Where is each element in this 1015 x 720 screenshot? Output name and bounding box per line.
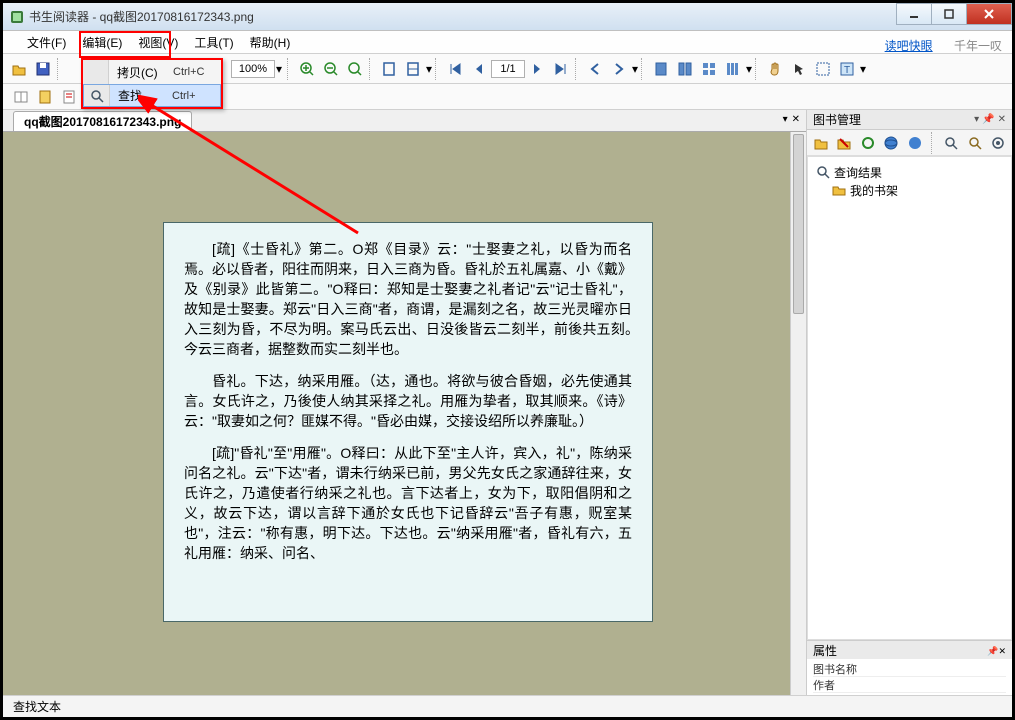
library-tree[interactable]: 查询结果 我的书架 [807,156,1012,640]
book-icon[interactable] [10,86,32,108]
document-page: [疏]《士昏礼》第二。O郑《目录》云："士娶妻之礼，以昏为而名焉。必以昏者，阳往… [163,222,653,622]
note-icon[interactable] [58,86,80,108]
lib-search2-icon[interactable] [966,132,984,154]
status-bar: 查找文本 [3,695,1012,717]
menu-copy[interactable]: 拷贝(C) Ctrl+C [83,60,221,84]
window-title: 书生阅读器 - qq截图20170816172343.png [29,8,254,25]
panel-close-icon[interactable]: ✕ [998,114,1006,125]
minimize-button[interactable] [896,3,932,25]
scrollbar-thumb[interactable] [793,134,804,314]
phrase-text: 千年一叹 [954,39,1002,53]
tree-item-results[interactable]: 查询结果 [816,163,1003,181]
panel-pin-icon[interactable]: 📌 [982,114,994,125]
tab-menu-icon[interactable]: ▾ [783,114,788,125]
doc-paragraph: 昏礼。下达，纳采用雁。（达，通也。将欲与彼合昏姻，必先使通其言。女氏许之，乃後使… [184,371,632,431]
layout1-icon[interactable] [650,58,672,80]
menu-file[interactable]: 文件(F) [19,31,74,54]
hand-icon[interactable] [764,58,786,80]
save-icon[interactable] [32,58,54,80]
fit-dropdown[interactable]: ▾ [425,62,433,76]
first-page-icon[interactable] [444,58,466,80]
lib-refresh-icon[interactable] [859,132,877,154]
zoom-dropdown[interactable]: ▾ [275,62,283,76]
lib-remove-icon[interactable] [836,132,854,154]
edit-dropdown: 拷贝(C) Ctrl+C 查找... Ctrl+ [81,58,223,109]
lib-link-icon[interactable] [906,132,924,154]
select-dropdown[interactable]: ▾ [859,62,867,76]
layout-dropdown[interactable]: ▾ [745,62,753,76]
tab-close-icon[interactable]: ✕ [792,114,800,125]
prev-page-icon[interactable] [468,58,490,80]
doc-paragraph: [疏]"昏礼"至"用雁"。O释曰：从此下至"主人许，宾入，礼"，陈纳采问名之礼。… [184,443,632,563]
quick-link[interactable]: 读吧快眼 [885,39,933,53]
text-select-icon[interactable]: T [836,58,858,80]
last-page-icon[interactable] [550,58,572,80]
folder-icon [832,183,846,197]
props-pin-icon[interactable]: 📌 [987,646,998,656]
lib-open-icon[interactable] [812,132,830,154]
properties-title: 属性 [813,642,837,659]
properties-panel: 属性 📌✕ 图书名称 作者 [807,640,1012,695]
zoom-value[interactable]: 100% [231,60,275,78]
annotation-highlight-edit [79,31,171,58]
fit-width-icon[interactable] [402,58,424,80]
status-text: 查找文本 [13,698,61,715]
nav-next-icon[interactable] [608,58,630,80]
panel-title: 图书管理 [813,111,861,128]
header-links: 读吧快眼 千年一叹 [885,37,1002,54]
nav-dropdown[interactable]: ▾ [631,62,639,76]
lib-web-icon[interactable] [883,132,901,154]
layout4-icon[interactable] [722,58,744,80]
menu-help[interactable]: 帮助(H) [242,31,299,54]
props-close-icon[interactable]: ✕ [998,646,1006,656]
search-icon [84,85,110,106]
prop-author-key: 作者 [813,677,873,693]
vertical-scrollbar[interactable] [790,132,806,695]
zoom-out-icon[interactable] [320,58,342,80]
open-icon[interactable] [8,58,30,80]
layout2-icon[interactable] [674,58,696,80]
tree-item-shelf[interactable]: 我的书架 [832,181,1003,199]
panel-toolbar [807,130,1012,156]
panel-menu-icon[interactable]: ▾ [974,114,979,125]
bookmark-icon[interactable] [34,86,56,108]
select-icon[interactable] [812,58,834,80]
title-bar: 书生阅读器 - qq截图20170816172343.png [3,3,1012,31]
lib-settings-icon[interactable] [989,132,1007,154]
maximize-button[interactable] [931,3,967,25]
zoom-region-icon[interactable] [344,58,366,80]
layout3-icon[interactable] [698,58,720,80]
menu-find[interactable]: 查找... Ctrl+ [83,84,221,107]
menu-tools[interactable]: 工具(T) [186,31,241,54]
doc-paragraph: [疏]《士昏礼》第二。O郑《目录》云："士娶妻之礼，以昏为而名焉。必以昏者，阳往… [184,239,632,359]
fit-page-icon[interactable] [378,58,400,80]
close-button[interactable] [966,3,1012,25]
lib-search-icon[interactable] [942,132,960,154]
nav-prev-icon[interactable] [584,58,606,80]
page-indicator[interactable]: 1/1 [491,60,525,78]
document-viewport[interactable]: [疏]《士昏礼》第二。O郑《目录》云："士娶妻之礼，以昏为而名焉。必以昏者，阳往… [3,132,806,695]
document-tab-bar: qq截图20170816172343.png ▾ ✕ [3,110,806,132]
pointer-icon[interactable] [788,58,810,80]
document-tab[interactable]: qq截图20170816172343.png [13,111,192,131]
search-icon [816,165,830,179]
side-panel: 图书管理 ▾ 📌 ✕ 查 [807,110,1012,695]
svg-text:T: T [844,65,850,76]
next-page-icon[interactable] [526,58,548,80]
prop-name-key: 图书名称 [813,661,873,677]
app-icon [9,9,25,25]
zoom-in-icon[interactable] [296,58,318,80]
